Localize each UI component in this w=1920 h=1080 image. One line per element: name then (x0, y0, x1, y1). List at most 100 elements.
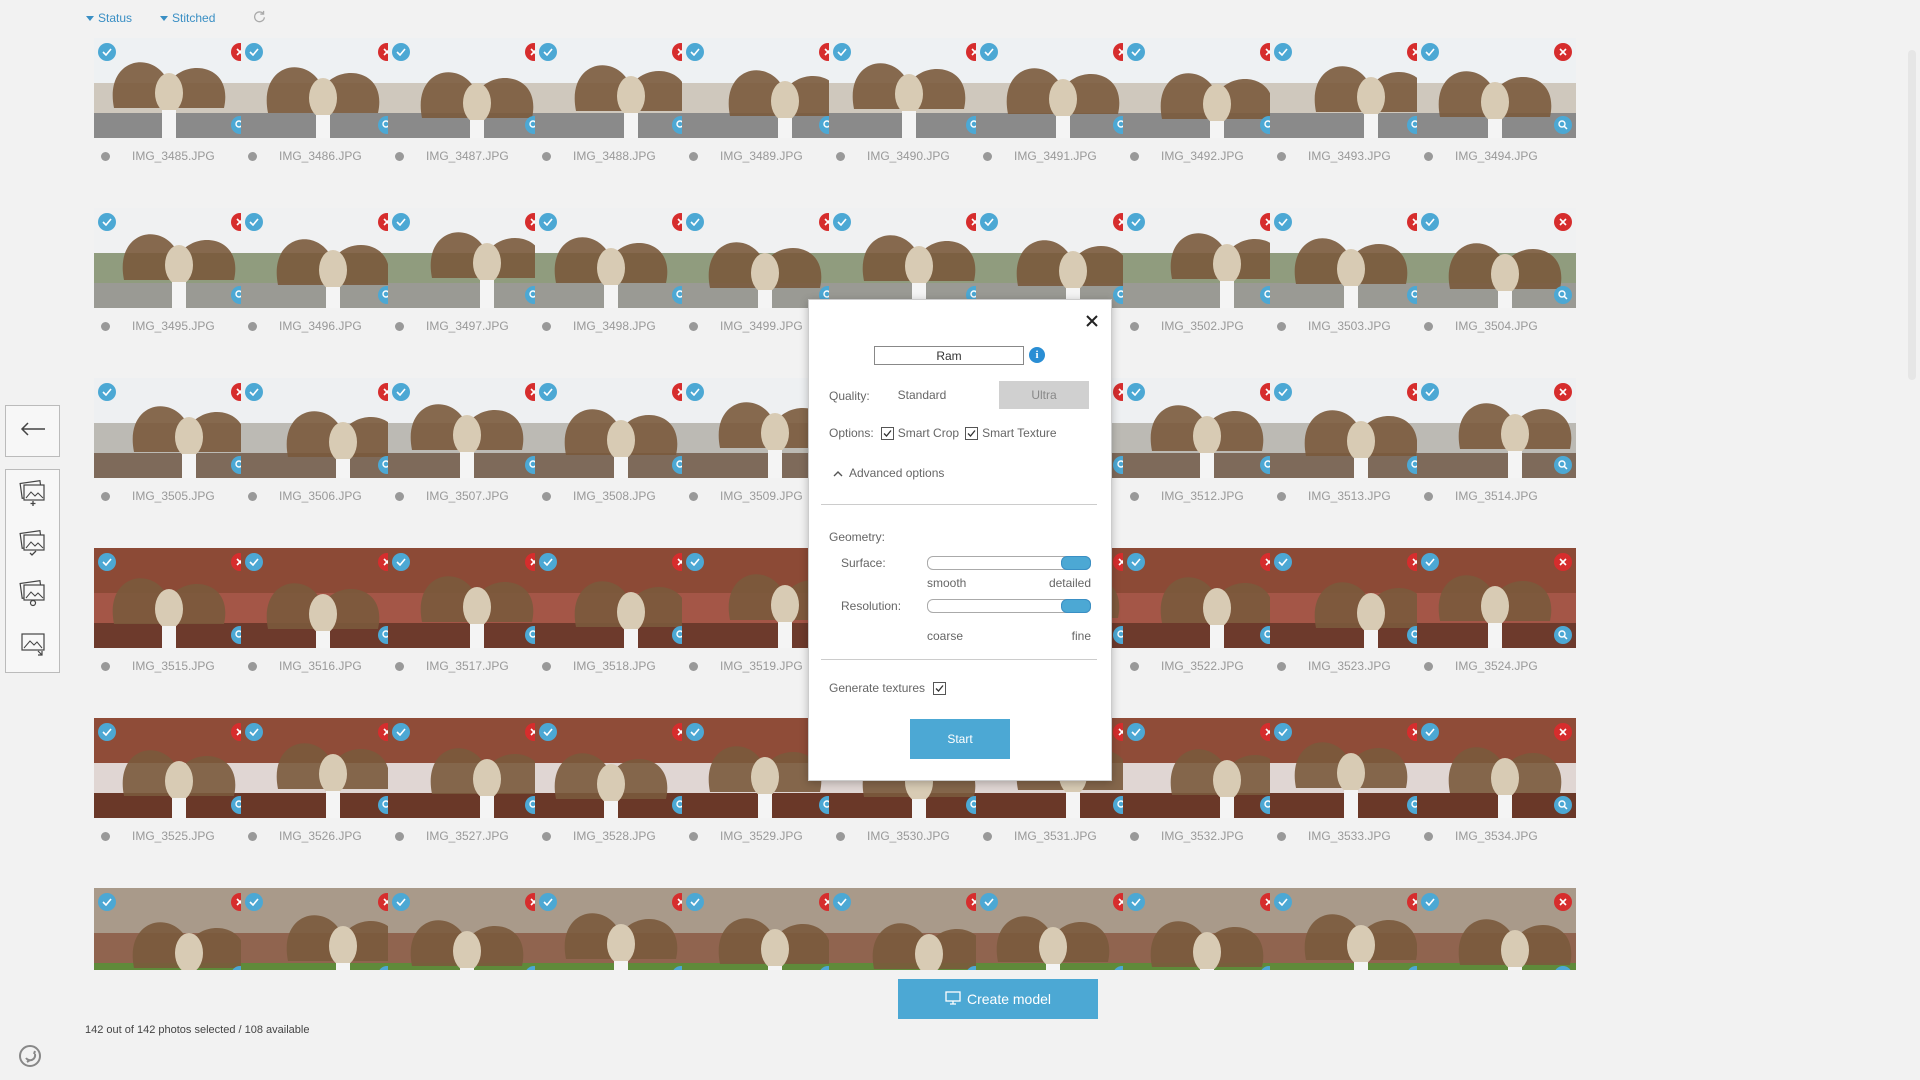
photo-thumbnail[interactable] (1270, 888, 1429, 970)
select-check-icon[interactable] (539, 553, 557, 571)
photo-thumbnail[interactable] (535, 718, 694, 818)
photo-card[interactable]: IMG_3491.JPG (976, 38, 1135, 198)
photo-thumbnail[interactable] (1270, 208, 1429, 308)
select-check-icon[interactable] (98, 553, 116, 571)
zoom-magnifier-icon[interactable] (1554, 626, 1572, 644)
photo-thumbnail[interactable] (682, 888, 841, 970)
photo-card[interactable]: IMG_3489.JPG (682, 38, 841, 198)
select-check-icon[interactable] (1274, 723, 1292, 741)
resolution-slider-handle[interactable] (1061, 599, 1091, 613)
photo-thumbnail[interactable] (388, 38, 547, 138)
photo-card[interactable]: IMG_3487.JPG (388, 38, 547, 198)
photo-card[interactable]: IMG_3506.JPG (241, 378, 400, 538)
select-check-icon[interactable] (245, 893, 263, 911)
photo-card[interactable]: IMG_3504.JPG (1417, 208, 1576, 368)
smart-texture-checkbox[interactable] (965, 426, 979, 440)
photo-card[interactable]: IMG_3527.JPG (388, 718, 547, 878)
photo-card[interactable] (976, 888, 1135, 970)
select-check-icon[interactable] (1127, 43, 1145, 61)
photo-thumbnail[interactable] (535, 378, 694, 478)
remove-x-icon[interactable] (1554, 723, 1572, 741)
photo-thumbnail[interactable] (241, 208, 400, 308)
photo-card[interactable]: IMG_3493.JPG (1270, 38, 1429, 198)
create-model-button[interactable]: Create model (898, 979, 1098, 1019)
photo-thumbnail[interactable] (682, 38, 841, 138)
select-check-icon[interactable] (245, 723, 263, 741)
stitched-filter[interactable]: Stitched (160, 11, 215, 25)
photo-thumbnail[interactable] (1123, 378, 1282, 478)
photo-thumbnail[interactable] (1123, 888, 1282, 970)
photo-card[interactable]: IMG_3496.JPG (241, 208, 400, 368)
photo-card[interactable]: IMG_3495.JPG (94, 208, 253, 368)
scrollbar[interactable] (1908, 50, 1916, 380)
select-check-icon[interactable] (1421, 383, 1439, 401)
image-export-button[interactable] (6, 620, 59, 670)
select-check-icon[interactable] (392, 893, 410, 911)
remove-x-icon[interactable] (1554, 553, 1572, 571)
select-check-icon[interactable] (833, 43, 851, 61)
select-check-icon[interactable] (392, 383, 410, 401)
photo-thumbnail[interactable] (1123, 718, 1282, 818)
photo-card[interactable]: IMG_3528.JPG (535, 718, 694, 878)
select-check-icon[interactable] (245, 553, 263, 571)
photo-thumbnail[interactable] (241, 548, 400, 648)
select-check-icon[interactable] (686, 553, 704, 571)
photo-thumbnail[interactable] (94, 888, 253, 970)
photo-card[interactable]: IMG_3485.JPG (94, 38, 253, 198)
select-check-icon[interactable] (1274, 213, 1292, 231)
photo-card[interactable]: IMG_3503.JPG (1270, 208, 1429, 368)
close-icon[interactable] (1085, 314, 1099, 328)
select-check-icon[interactable] (980, 893, 998, 911)
photo-card[interactable]: IMG_3486.JPG (241, 38, 400, 198)
smart-crop-checkbox[interactable] (880, 426, 894, 440)
photo-thumbnail[interactable] (94, 208, 253, 308)
photo-thumbnail[interactable] (241, 718, 400, 818)
photo-thumbnail[interactable] (1270, 718, 1429, 818)
select-check-icon[interactable] (245, 383, 263, 401)
photo-thumbnail[interactable] (535, 208, 694, 308)
photo-thumbnail[interactable] (535, 888, 694, 970)
select-check-icon[interactable] (1421, 723, 1439, 741)
photo-card[interactable] (1270, 888, 1429, 970)
photo-card[interactable]: IMG_3488.JPG (535, 38, 694, 198)
select-check-icon[interactable] (98, 723, 116, 741)
photo-card[interactable] (829, 888, 988, 970)
status-filter[interactable]: Status (86, 11, 132, 25)
select-check-icon[interactable] (980, 43, 998, 61)
photo-thumbnail[interactable] (1270, 548, 1429, 648)
photo-card[interactable]: IMG_3524.JPG (1417, 548, 1576, 708)
model-name-input[interactable] (874, 346, 1024, 365)
select-check-icon[interactable] (1127, 553, 1145, 571)
photo-thumbnail[interactable] (976, 888, 1135, 970)
remove-x-icon[interactable] (1554, 213, 1572, 231)
info-icon[interactable]: i (1029, 347, 1045, 363)
photo-card[interactable]: IMG_3523.JPG (1270, 548, 1429, 708)
photo-thumbnail[interactable] (388, 718, 547, 818)
select-check-icon[interactable] (392, 553, 410, 571)
select-check-icon[interactable] (392, 43, 410, 61)
photo-card[interactable] (94, 888, 253, 970)
photo-thumbnail[interactable] (829, 208, 988, 308)
photo-card[interactable]: IMG_3525.JPG (94, 718, 253, 878)
photo-thumbnail[interactable] (388, 548, 547, 648)
photo-card[interactable]: IMG_3512.JPG (1123, 378, 1282, 538)
select-check-icon[interactable] (98, 893, 116, 911)
photo-thumbnail[interactable] (682, 208, 841, 308)
select-check-icon[interactable] (1127, 723, 1145, 741)
select-check-icon[interactable] (833, 893, 851, 911)
sync-icon[interactable] (18, 1044, 42, 1068)
photo-thumbnail[interactable] (976, 38, 1135, 138)
select-check-icon[interactable] (1274, 893, 1292, 911)
photo-card[interactable]: IMG_3497.JPG (388, 208, 547, 368)
select-check-icon[interactable] (539, 893, 557, 911)
photo-card[interactable]: IMG_3502.JPG (1123, 208, 1282, 368)
refresh-icon[interactable] (253, 10, 266, 26)
select-check-icon[interactable] (1274, 43, 1292, 61)
select-check-icon[interactable] (1127, 893, 1145, 911)
photo-card[interactable]: IMG_3494.JPG (1417, 38, 1576, 198)
select-check-icon[interactable] (686, 213, 704, 231)
check-photos-button[interactable] (6, 520, 59, 570)
photo-card[interactable]: IMG_3516.JPG (241, 548, 400, 708)
select-check-icon[interactable] (539, 213, 557, 231)
photo-thumbnail[interactable] (241, 38, 400, 138)
